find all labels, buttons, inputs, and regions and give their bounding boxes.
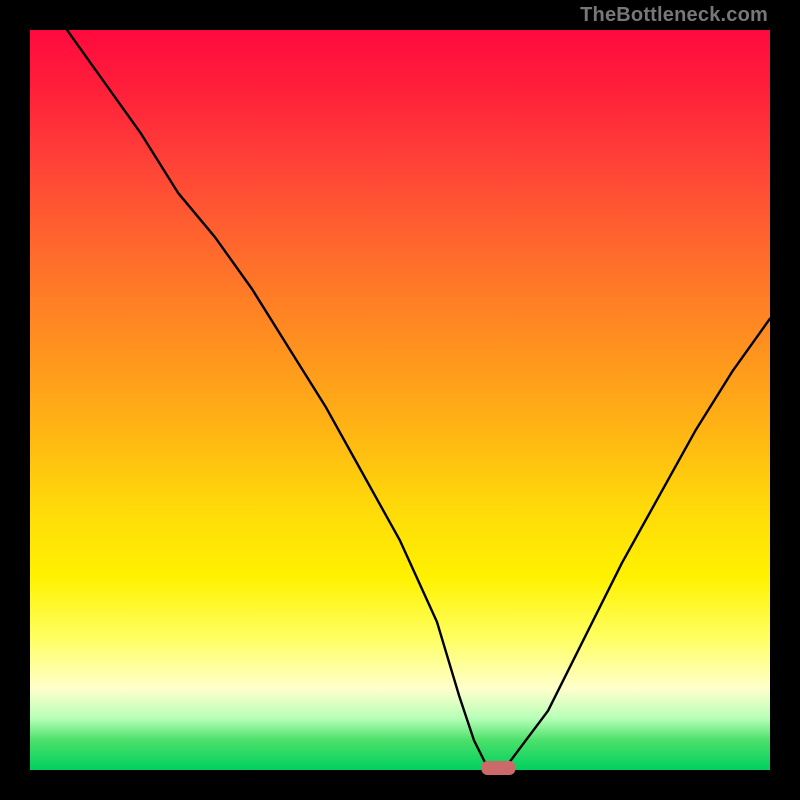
chart-overlay [30,30,770,770]
chart-frame: TheBottleneck.com [0,0,800,800]
optimal-marker [481,761,515,775]
bottleneck-curve [67,30,770,770]
watermark-text: TheBottleneck.com [580,4,768,27]
